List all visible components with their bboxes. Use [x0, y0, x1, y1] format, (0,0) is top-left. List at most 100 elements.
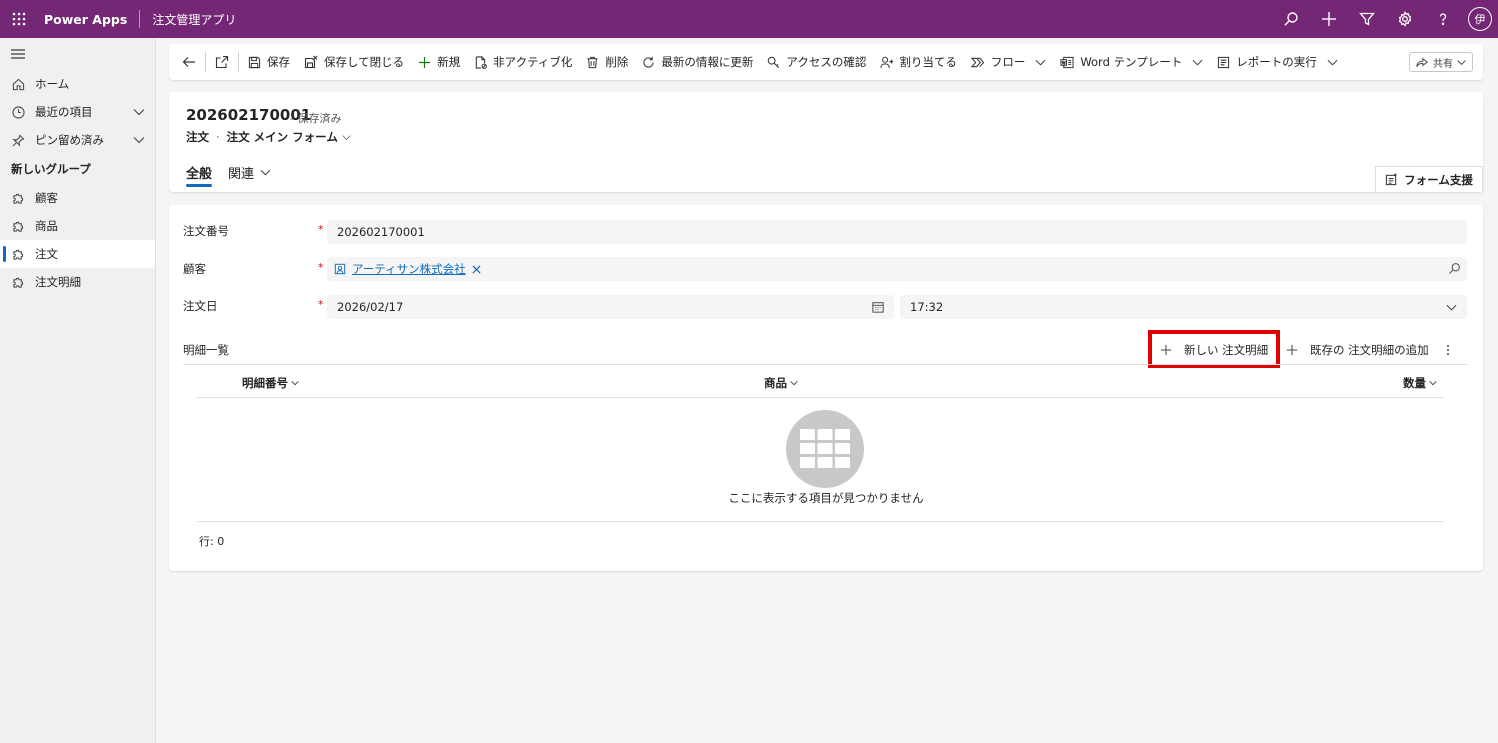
- save-button[interactable]: 保存: [241, 47, 297, 77]
- order-number-label: 注文番号: [183, 224, 229, 238]
- divider: [238, 52, 239, 72]
- record-header: 202602170001 - 保存済み 注文 · 注文 メイン フォーム 全般 …: [169, 92, 1483, 192]
- grid-top-border: [183, 364, 1467, 365]
- column-header-quantity[interactable]: 数量: [1403, 375, 1437, 391]
- sidebar-item-recent[interactable]: 最近の項目: [0, 98, 155, 126]
- tab-related[interactable]: 関連: [228, 158, 271, 186]
- save-icon: [248, 56, 261, 68]
- back-button[interactable]: [175, 47, 203, 77]
- run-report-label: レポートの実行: [1236, 55, 1317, 69]
- hamburger-menu-icon[interactable]: [0, 38, 155, 70]
- form-name: 注文 メイン フォーム: [226, 130, 338, 144]
- form-assist-label: フォーム支援: [1404, 172, 1473, 187]
- share-button[interactable]: 共有: [1409, 52, 1473, 72]
- word-template-label: Word テンプレート: [1080, 55, 1183, 69]
- new-button[interactable]: 新規: [411, 47, 467, 77]
- grid-header-border: [197, 397, 1444, 398]
- plus-icon[interactable]: [1310, 0, 1348, 38]
- sidebar-item-product[interactable]: 商品: [0, 212, 155, 240]
- calendar-icon[interactable]: [872, 301, 884, 313]
- search-icon[interactable]: [1448, 262, 1461, 275]
- app-launcher-icon[interactable]: [0, 0, 38, 38]
- arrow-left-icon: [182, 57, 195, 67]
- add-existing-label: 既存の 注文明細の追加: [1310, 343, 1429, 357]
- person-assign-icon: [880, 56, 894, 68]
- key-search-icon: [768, 56, 780, 68]
- save-and-close-button[interactable]: 保存して閉じる: [297, 47, 411, 77]
- chevron-down-icon[interactable]: [133, 134, 145, 146]
- highlight-box: [1148, 330, 1280, 368]
- open-new-window-button[interactable]: [208, 47, 236, 77]
- delete-button[interactable]: 削除: [579, 47, 635, 77]
- sidebar-item-label: 最近の項目: [35, 105, 93, 119]
- sidebar-item-label: 顧客: [35, 191, 58, 205]
- required-marker: *: [318, 298, 324, 311]
- refresh-button[interactable]: 最新の情報に更新: [635, 47, 760, 77]
- word-template-icon: [1060, 56, 1074, 68]
- sidebar-item-order[interactable]: 注文: [0, 240, 155, 268]
- subgrid-title: 明細一覧: [183, 343, 229, 357]
- form-tabs: 全般 関連: [186, 158, 287, 187]
- flow-button[interactable]: フロー: [964, 47, 1054, 77]
- chevron-down-icon[interactable]: [1446, 302, 1457, 313]
- brand-name[interactable]: Power Apps: [44, 12, 127, 27]
- help-icon[interactable]: [1424, 0, 1462, 38]
- customer-label: 顧客: [183, 262, 206, 276]
- column-header-label: 数量: [1403, 376, 1426, 390]
- save-and-close-label: 保存して閉じる: [324, 55, 405, 69]
- sidebar-item-pinned[interactable]: ピン留め済み: [0, 126, 155, 154]
- divider: [205, 52, 206, 72]
- filter-icon[interactable]: [1348, 0, 1386, 38]
- customer-lookup-tag[interactable]: アーティサン株式会社: [334, 261, 481, 277]
- sidebar-item-order-detail[interactable]: 注文明細: [0, 268, 155, 296]
- report-icon: [1218, 56, 1230, 68]
- save-label: 保存: [267, 55, 290, 69]
- form-selector[interactable]: 注文 · 注文 メイン フォーム: [186, 129, 351, 145]
- chevron-down-icon: [1457, 59, 1466, 65]
- flow-icon: [970, 57, 985, 67]
- gear-icon[interactable]: [1386, 0, 1424, 38]
- sidebar-item-label: 注文明細: [35, 275, 81, 289]
- column-header-label: 明細番号: [242, 376, 288, 390]
- order-number-field[interactable]: 202602170001: [327, 220, 1467, 244]
- assign-button[interactable]: 割り当てる: [873, 47, 964, 77]
- sidebar-item-label: 注文: [35, 247, 58, 261]
- deactivate-button[interactable]: 非アクティブ化: [467, 47, 579, 77]
- tab-label: 全般: [186, 166, 213, 182]
- new-label: 新規: [437, 55, 461, 69]
- column-header-product[interactable]: 商品: [764, 375, 798, 391]
- chevron-down-icon: [291, 381, 299, 386]
- word-template-button[interactable]: Word テンプレート: [1053, 47, 1210, 77]
- sidebar-item-label: 商品: [35, 219, 58, 233]
- order-date-field[interactable]: 2026/02/17: [327, 295, 894, 319]
- order-time-field[interactable]: 17:32: [900, 295, 1467, 319]
- form-assist-icon: [1386, 173, 1397, 186]
- user-avatar[interactable]: 伊: [1468, 7, 1492, 31]
- more-commands-icon[interactable]: [1446, 338, 1450, 362]
- tab-general[interactable]: 全般: [186, 158, 213, 187]
- empty-grid-icon: [786, 410, 864, 488]
- share-label: 共有: [1433, 58, 1453, 70]
- save-status: - 保存済み: [290, 112, 342, 125]
- customer-link[interactable]: アーティサン株式会社: [352, 261, 466, 277]
- customer-lookup-field[interactable]: アーティサン株式会社: [327, 257, 1467, 281]
- search-icon[interactable]: [1272, 0, 1310, 38]
- run-report-button[interactable]: レポートの実行: [1210, 47, 1345, 77]
- flow-label: フロー: [990, 55, 1026, 69]
- app-name[interactable]: 注文管理アプリ: [152, 11, 236, 28]
- add-existing-order-detail-button[interactable]: 既存の 注文明細の追加: [1286, 338, 1429, 362]
- deactivate-label: 非アクティブ化: [493, 55, 573, 69]
- chevron-down-icon[interactable]: [133, 106, 145, 118]
- sidebar-item-home[interactable]: ホーム: [0, 70, 155, 98]
- sidebar-item-customer[interactable]: 顧客: [0, 184, 155, 212]
- check-access-button[interactable]: アクセスの確認: [760, 47, 873, 77]
- empty-message: ここに表示する項目が見つかりません: [728, 491, 924, 505]
- sidebar-group-title: 新しいグループ: [11, 162, 91, 176]
- remove-tag-icon[interactable]: [472, 264, 481, 274]
- chevron-down-icon: [790, 381, 798, 386]
- form-assist-button[interactable]: フォーム支援: [1375, 166, 1483, 192]
- chevron-down-icon: [342, 134, 351, 140]
- column-header-line-number[interactable]: 明細番号: [242, 375, 299, 391]
- grid-footer-border: [197, 521, 1444, 522]
- refresh-icon: [643, 56, 655, 68]
